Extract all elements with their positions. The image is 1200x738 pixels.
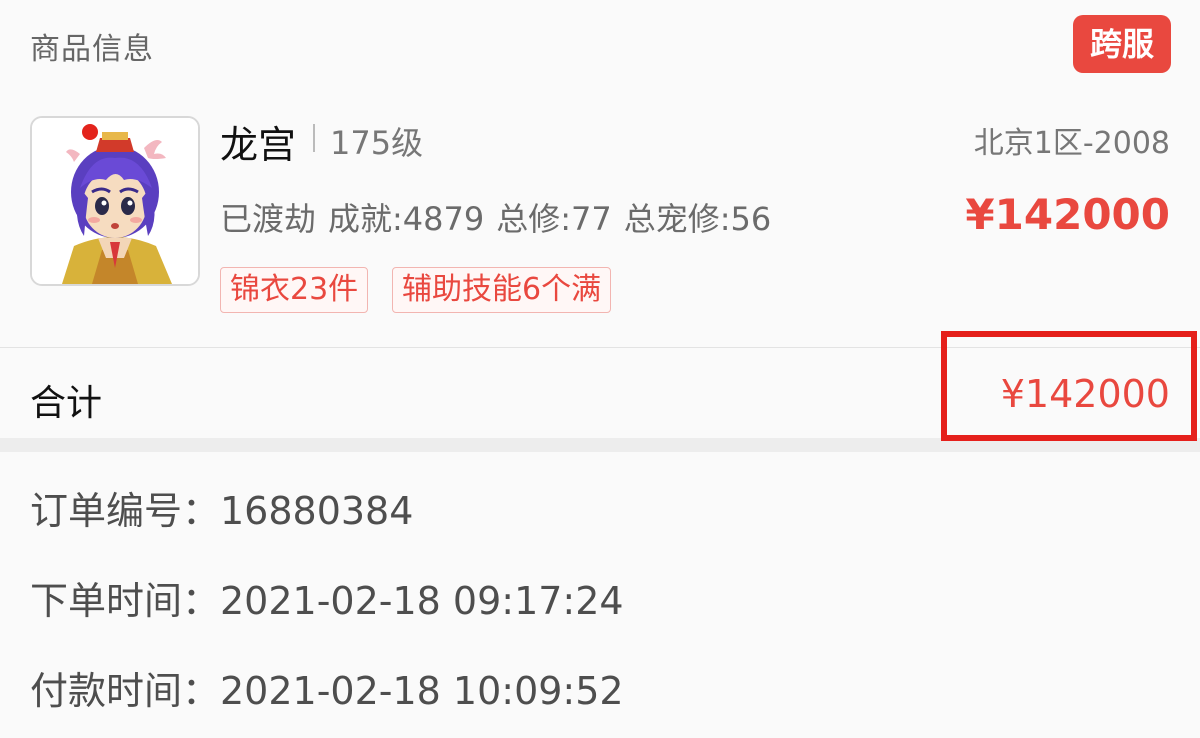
character-name: 龙宫 — [220, 123, 297, 167]
pet-cultivation-text: 总宠修:56 — [623, 200, 772, 238]
order-paid-time: 付款时间：2021-02-18 10:09:52 — [30, 669, 624, 713]
tag-outfits: 锦衣23件 — [220, 267, 369, 313]
cultivation-text: 总修:77 — [496, 200, 612, 238]
product-price: ¥142000 — [965, 190, 1170, 239]
dragon-palace-character-icon — [32, 118, 198, 284]
server-name: 北京1区-2008 — [973, 126, 1170, 161]
status-text: 已渡劫 — [220, 200, 317, 238]
section-title: 商品信息 — [30, 32, 154, 67]
achievement-text: 成就:4879 — [328, 200, 485, 238]
total-highlight-box — [941, 331, 1197, 441]
total-label: 合计 — [30, 383, 103, 424]
cross-server-badge: 跨服 — [1073, 15, 1171, 73]
order-detail-page: 商品信息 跨服 龙宫 175级 北京1区-2008 已渡劫 成就:4879 总修… — [0, 0, 1200, 738]
character-avatar[interactable] — [30, 116, 200, 286]
product-card: 商品信息 跨服 龙宫 175级 北京1区-2008 已渡劫 成就:4879 总修… — [0, 0, 1200, 441]
name-level-divider — [313, 124, 315, 152]
order-created-time: 下单时间：2021-02-18 09:17:24 — [30, 579, 624, 623]
character-stats: 已渡劫 成就:4879 总修:77 总宠修:56 — [220, 194, 783, 240]
order-number: 订单编号：16880384 — [30, 489, 414, 533]
character-level: 175级 — [330, 124, 424, 162]
tag-support-skills: 辅助技能6个满 — [392, 267, 612, 313]
